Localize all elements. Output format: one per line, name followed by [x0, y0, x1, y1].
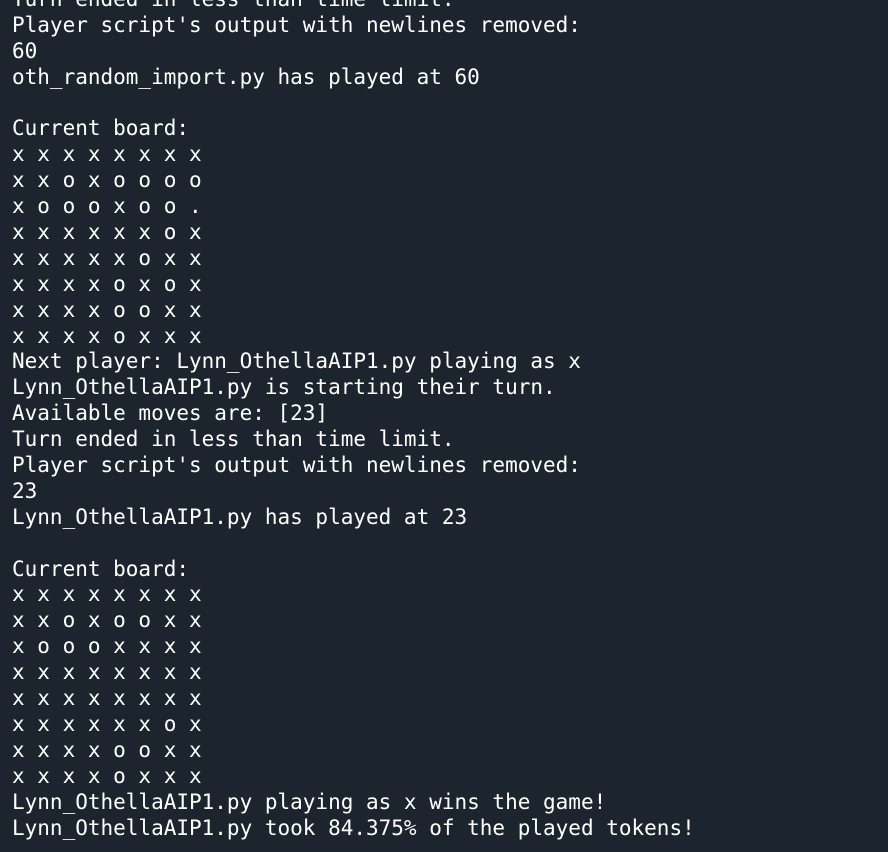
board-row: x x x x x x x x: [12, 686, 202, 711]
terminal-line: Lynn_OthellaAIP1.py has played at 23: [12, 504, 468, 529]
terminal-line: Next player: Lynn_OthellaAIP1.py playing…: [12, 349, 581, 374]
terminal-line: Available moves are: [23]: [12, 401, 329, 426]
board-row: x x o x o o x x: [12, 608, 202, 633]
board-row: x x x x o x o x: [12, 271, 202, 296]
terminal-line: Turn ended in less than time limit.: [12, 427, 455, 452]
terminal-window[interactable]: Turn ended in less than time limit. Play…: [0, 0, 888, 852]
board-row: x x x x o o x x: [12, 737, 202, 762]
board-row: x x x x x x x x: [12, 582, 202, 607]
game-result-line: Lynn_OthellaAIP1.py playing as x wins th…: [12, 789, 607, 814]
board-row: x o o o x x x x: [12, 634, 202, 659]
board-row: x x x x x x x x: [12, 142, 202, 167]
board-row: x x x x x x o x: [12, 711, 202, 736]
terminal-line: 23: [12, 478, 38, 503]
board-row: x x x x o o x x: [12, 297, 202, 322]
board-row: x x x x x o x x: [12, 245, 202, 270]
board-row: x x x x o x x x: [12, 763, 202, 788]
board-row: x x x x x x o x: [12, 220, 202, 245]
board-row: x x o x o o o o: [12, 168, 202, 193]
board-row: x o o o x o o .: [12, 194, 202, 219]
terminal-output: Turn ended in less than time limit. Play…: [12, 0, 695, 841]
board-row: x x x x o x x x: [12, 323, 202, 348]
board-row: x x x x x x x x: [12, 660, 202, 685]
board-heading: Current board:: [12, 116, 190, 141]
terminal-line: Player script's output with newlines rem…: [12, 453, 581, 478]
terminal-line: oth_random_import.py has played at 60: [12, 64, 480, 89]
board-heading: Current board:: [12, 556, 190, 581]
terminal-line: 60: [12, 38, 38, 63]
terminal-line: Player script's output with newlines rem…: [12, 12, 581, 37]
terminal-line: Lynn_OthellaAIP1.py is starting their tu…: [12, 375, 556, 400]
token-share-line: Lynn_OthellaAIP1.py took 84.375% of the …: [12, 815, 695, 840]
terminal-line-partial: Turn ended in less than time limit.: [12, 0, 695, 13]
